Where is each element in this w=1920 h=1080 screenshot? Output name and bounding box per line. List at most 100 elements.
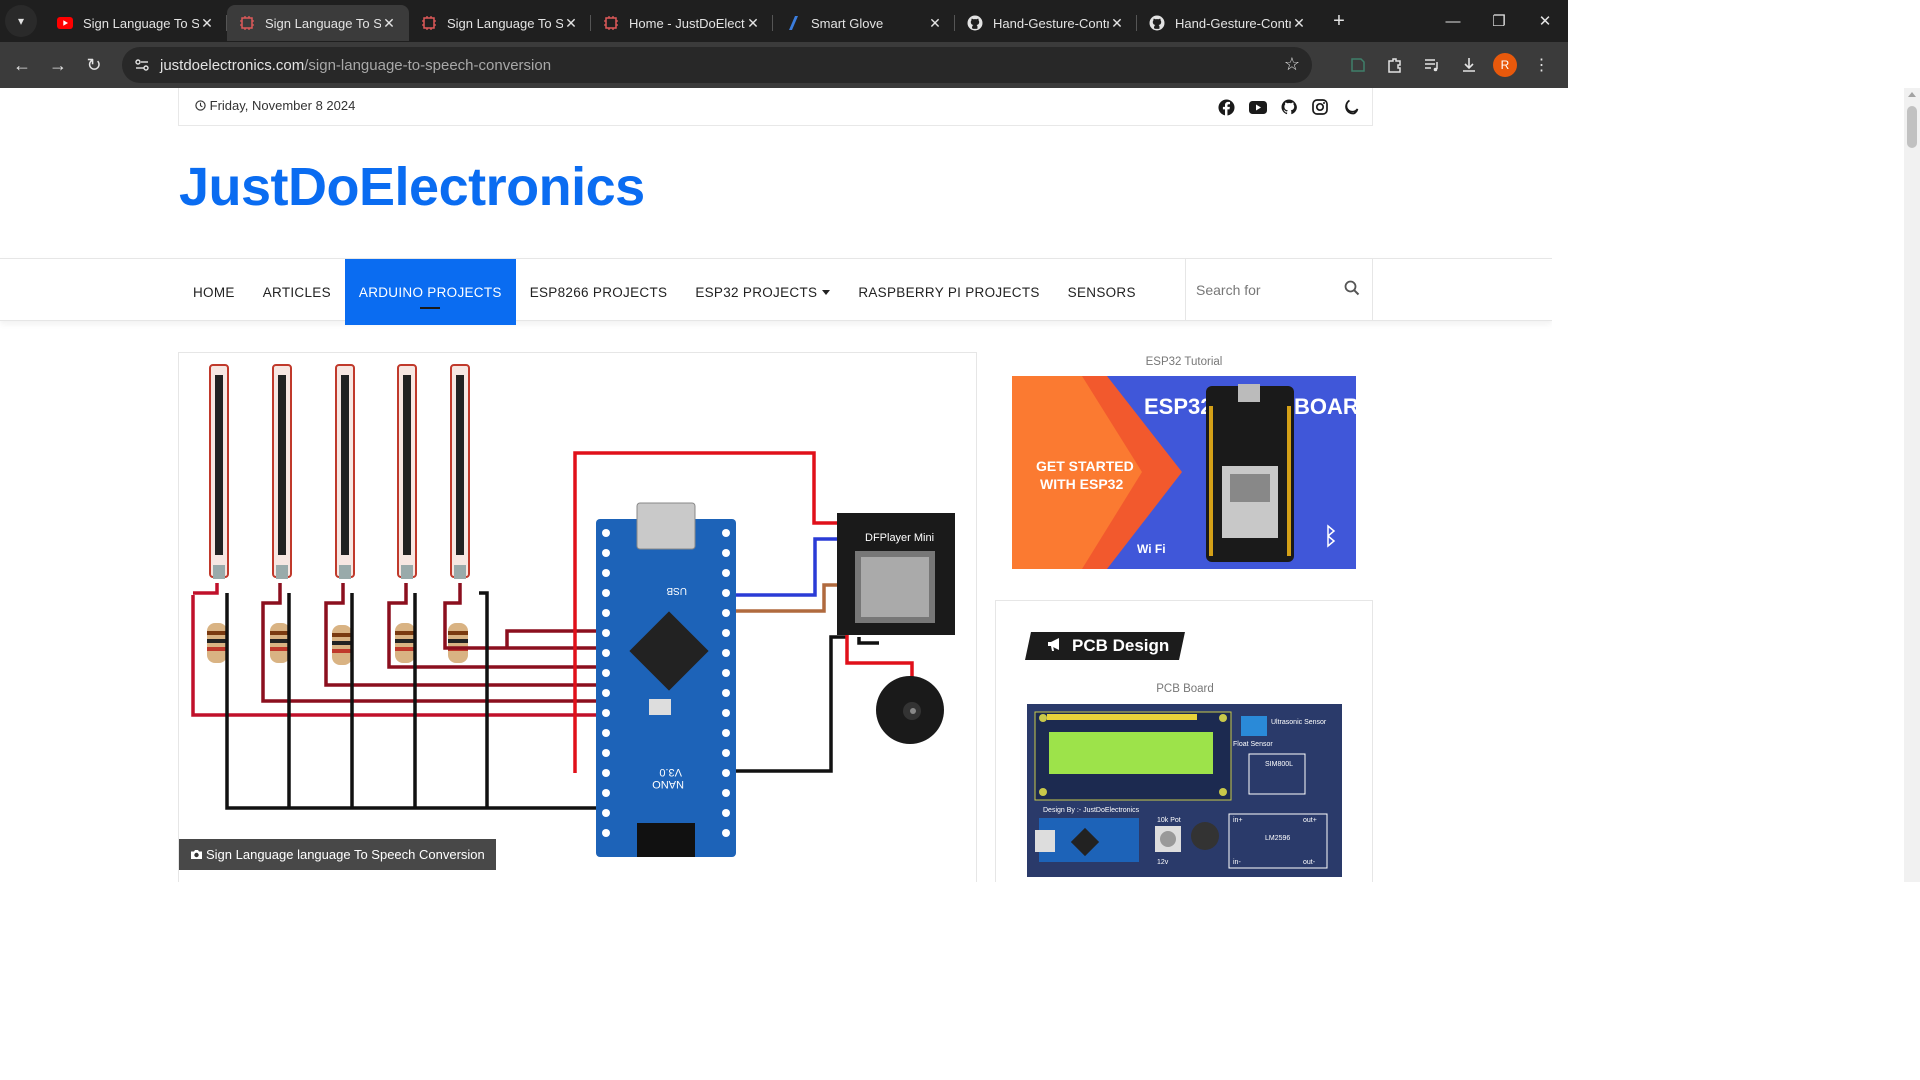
reading-mode-icon[interactable] (1339, 47, 1376, 83)
browser-tab[interactable]: Hand-Gesture-Contr ✕ (1137, 5, 1319, 41)
dfplayer-label: DFPlayer Mini (865, 532, 934, 544)
usb-label: USB (666, 585, 687, 596)
ad-cta-line2: WITH ESP32 (1040, 476, 1123, 492)
reload-button[interactable]: ↻ (76, 47, 112, 83)
speaker (876, 676, 944, 744)
pcb-in-plus-label: in+ (1233, 817, 1243, 824)
esp32-banner-graphic: GET STARTED WITH ESP32 ESP32 BOARD Wi Fi (1012, 376, 1356, 569)
url-text: justdoelectronics.com/sign-language-to-s… (160, 57, 551, 74)
date-text: Friday, November 8 2024 (209, 98, 356, 113)
web-page: Friday, November 8 2024 JustDoElectronic… (0, 88, 1552, 882)
github-icon (1149, 15, 1165, 31)
tab-title: Sign Language To Sp (447, 15, 563, 31)
browser-tab-active[interactable]: Sign Language To Sp ✕ (227, 5, 409, 41)
image-caption: Sign Language language To Speech Convers… (179, 839, 496, 870)
pcb-lm-label: LM2596 (1265, 835, 1290, 842)
tab-title: Hand-Gesture-Contr (1175, 15, 1291, 31)
nav-item-esp32-projects[interactable]: ESP32 PROJECTS (681, 259, 844, 325)
nav-item-esp8266-projects[interactable]: ESP8266 PROJECTS (516, 259, 682, 325)
tab-title: Sign Language To Sp (83, 15, 199, 31)
scroll-thumb[interactable] (1907, 106, 1917, 148)
ad-headline-right: BOARD (1294, 394, 1356, 419)
ad-cta-line1: GET STARTED (1036, 458, 1134, 474)
browser-tab[interactable]: Smart Glove ✕ (773, 5, 955, 41)
ad-label: ESP32 Tutorial (1145, 356, 1223, 368)
dropdown-caret-icon (822, 289, 831, 295)
browser-toolbar: ← → ↻ justdoelectronics.com/sign-languag… (0, 42, 1568, 88)
close-tab-icon[interactable]: ✕ (199, 15, 215, 32)
site-settings-icon[interactable] (124, 57, 160, 73)
dark-mode-moon-icon[interactable] (1335, 96, 1366, 118)
pcb-board-image[interactable]: Ultrasonic Sensor Float Sensor SIM800L D… (1027, 704, 1342, 877)
search-icon[interactable] (1344, 280, 1360, 301)
pcb-ultrasonic-label: Ultrasonic Sensor (1271, 719, 1327, 726)
forward-button[interactable]: → (40, 47, 76, 83)
pcb-design-widget: PCB Design PCB Board Ultrasonic Sensor F… (995, 600, 1373, 882)
extensions-icon[interactable] (1376, 47, 1413, 83)
caption-text: Sign Language language To Speech Convers… (206, 847, 485, 862)
minimize-icon[interactable]: — (1430, 0, 1476, 42)
circuit-diagram: NANO V3.0 USB DFPlayer Mini (179, 353, 976, 882)
new-tab-button[interactable]: + (1325, 7, 1353, 35)
esp32-tutorial-banner[interactable]: GET STARTED WITH ESP32 ESP32 BOARD Wi Fi (1012, 376, 1356, 569)
nav-menu: HOME ARTICLES ARDUINO PROJECTS ESP8266 P… (179, 259, 1150, 325)
back-button[interactable]: ← (4, 47, 40, 83)
site-logo[interactable]: JustDoElectronics (179, 156, 645, 218)
media-control-icon[interactable] (1413, 47, 1450, 83)
youtube-social-icon[interactable] (1242, 96, 1273, 118)
instagram-icon[interactable] (1304, 96, 1335, 118)
restore-icon[interactable]: ❐ (1476, 0, 1522, 42)
close-tab-icon[interactable]: ✕ (927, 15, 943, 32)
page-scrollbar[interactable] (1904, 88, 1920, 882)
facebook-icon[interactable] (1211, 96, 1242, 118)
pcb-design-label: Design By :- JustDoElectronics (1043, 807, 1140, 814)
toolbar-actions: R ⋮ (1339, 47, 1560, 83)
nav-item-articles[interactable]: ARTICLES (249, 259, 345, 325)
profile-avatar[interactable]: R (1493, 53, 1517, 77)
pcb-float-label: Float Sensor (1233, 741, 1273, 748)
close-tab-icon[interactable]: ✕ (1291, 15, 1307, 32)
browser-tab[interactable]: Sign Language To Sp ✕ (409, 5, 591, 41)
ad-wifi-label: Wi Fi (1137, 542, 1166, 556)
browser-tab[interactable]: Sign Language To Sp ✕ (45, 5, 227, 41)
social-links (1211, 96, 1366, 118)
pcb-out-minus-label: out- (1303, 859, 1316, 866)
github-social-icon[interactable] (1273, 96, 1304, 118)
tab-search-button[interactable]: ▾ (5, 5, 37, 37)
scroll-up-icon[interactable] (1908, 92, 1916, 97)
nav-item-raspberry-pi-projects[interactable]: RASPBERRY PI PROJECTS (844, 259, 1053, 325)
close-tab-icon[interactable]: ✕ (745, 15, 761, 32)
chevron-down-icon: ▾ (17, 14, 25, 28)
browser-tab[interactable]: Home - JustDoElectr ✕ (591, 5, 773, 41)
tab-title: Hand-Gesture-Contr (993, 15, 1109, 31)
address-bar[interactable]: justdoelectronics.com/sign-language-to-s… (122, 47, 1312, 83)
pcb-label: PCB Board (1156, 683, 1214, 695)
close-tab-icon[interactable]: ✕ (1109, 15, 1125, 32)
download-icon[interactable] (1450, 47, 1487, 83)
megaphone-icon (1046, 636, 1064, 657)
nav-item-label: ESP32 PROJECTS (695, 284, 818, 300)
dfplayer-module: DFPlayer Mini (837, 513, 955, 635)
bookmark-star-icon[interactable]: ☆ (1284, 54, 1300, 75)
search-box (1185, 259, 1373, 321)
main-navigation: HOME ARTICLES ARDUINO PROJECTS ESP8266 P… (0, 258, 1552, 325)
search-input[interactable] (1196, 282, 1336, 298)
site-icon (421, 15, 437, 31)
close-tab-icon[interactable]: ✕ (381, 15, 397, 32)
url-path: /sign-language-to-speech-conversion (304, 56, 552, 74)
pcb-sim-label: SIM800L (1265, 761, 1293, 768)
nav-item-sensors[interactable]: SENSORS (1054, 259, 1150, 325)
menu-dots-icon[interactable]: ⋮ (1523, 47, 1560, 83)
pcb-in-minus-label: in- (1233, 859, 1241, 866)
board-label: NANO (652, 778, 684, 790)
nav-item-home[interactable]: HOME (179, 259, 249, 325)
close-window-icon[interactable]: ✕ (1522, 0, 1568, 42)
camera-icon (190, 847, 206, 862)
nav-item-arduino-projects[interactable]: ARDUINO PROJECTS (344, 259, 516, 325)
pcb-out-plus-label: out+ (1303, 817, 1317, 824)
close-tab-icon[interactable]: ✕ (563, 15, 579, 32)
tab-title: Smart Glove (811, 15, 884, 31)
clock-icon (195, 98, 210, 113)
browser-tab[interactable]: Hand-Gesture-Contr ✕ (955, 5, 1137, 41)
window-controls: — ❐ ✕ (1430, 0, 1568, 42)
